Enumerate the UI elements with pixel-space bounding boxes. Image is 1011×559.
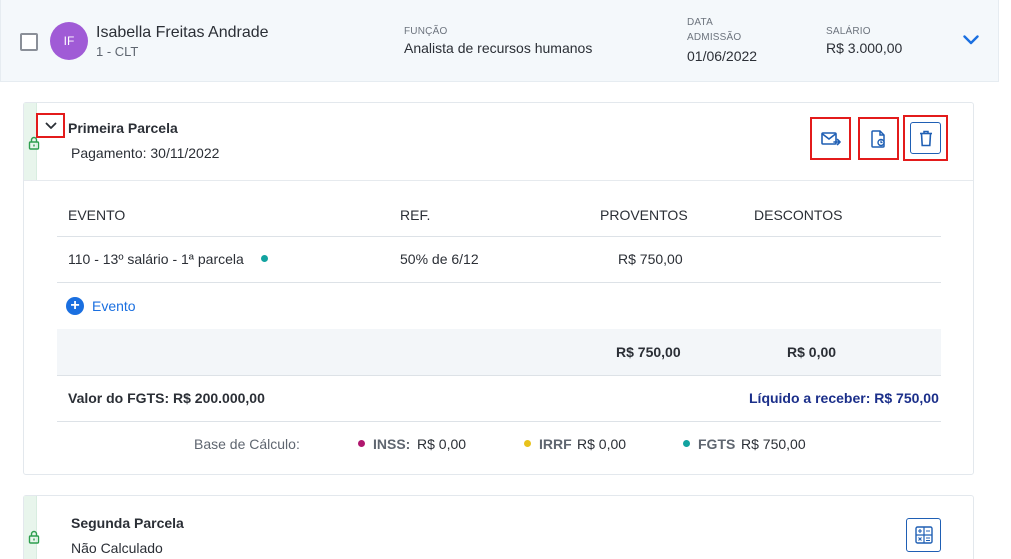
col-header-ref: REF. [400,207,431,223]
regenerate-document-button[interactable] [858,117,899,160]
salary-value: R$ 3.000,00 [826,40,903,56]
card-divider [24,180,973,181]
fgts-dot [683,440,690,447]
calculator-icon [914,526,933,544]
employee-contract: 1 - CLT [96,44,139,59]
row-divider [57,282,941,283]
admission-label-line2: ADMISSÃO [687,32,742,43]
parcel-card-segunda: Segunda Parcela Não Calculado [23,495,974,559]
inss-label: INSS: [373,436,411,452]
delete-button-frame [910,122,941,154]
col-header-proventos: PROVENTOS [600,207,688,223]
parcel-card-primeira: Primeira Parcela Pagamento: 30/11/2022 E… [23,102,974,475]
employee-name: Isabella Freitas Andrade [96,24,269,41]
net-pay-value: Líquido a receber: R$ 750,00 [749,390,939,406]
irrf-value: R$ 0,00 [577,436,627,452]
total-proventos: R$ 750,00 [616,344,681,360]
fgts-base-value: R$ 750,00 [741,436,806,452]
chevron-down-icon [963,35,979,45]
lock-icon [28,136,40,150]
fgts-label: FGTS [698,436,736,452]
avatar: IF [50,22,88,60]
employee-header-row[interactable]: IF Isabella Freitas Andrade 1 - CLT FUNÇ… [0,0,999,82]
cell-evento: 110 - 13º salário - 1ª parcela [68,251,244,267]
salary-label: SALÁRIO [826,26,871,37]
fgts-value: Valor do FGTS: R$ 200.000,00 [68,390,265,406]
delete-parcel-button[interactable] [903,115,948,161]
avatar-initials: IF [63,34,75,48]
status-strip [24,496,37,559]
mail-send-icon [820,131,841,145]
table-header-divider [57,236,941,237]
chevron-down-icon [45,122,56,129]
cell-ref: 50% de 6/12 [400,251,479,267]
total-descontos: R$ 0,00 [787,344,837,360]
col-header-descontos: DESCONTOS [754,207,843,223]
parcel-title: Primeira Parcela [68,120,178,136]
add-event-label: Evento [92,298,136,314]
add-event-button[interactable]: + Evento [66,297,136,315]
document-refresh-icon [870,129,885,148]
lock-icon [28,530,40,544]
parcel-status: Não Calculado [71,540,163,556]
role-label: FUNÇÃO [404,26,448,37]
plus-circle-icon: + [66,297,84,315]
cell-proventos: R$ 750,00 [618,251,683,267]
inss-value: R$ 0,00 [417,436,467,452]
employee-select-checkbox[interactable] [20,33,38,51]
summary-divider [57,421,941,422]
inss-dot [358,440,365,447]
admission-label-line1: DATA [687,17,713,28]
send-email-button[interactable] [810,117,851,160]
trash-icon [919,130,932,146]
collapse-parcel-button[interactable] [36,113,65,138]
col-header-evento: EVENTO [68,207,126,223]
role-value: Analista de recursos humanos [404,40,593,56]
irrf-label: IRRF [539,436,572,452]
payment-date: Pagamento: 30/11/2022 [71,145,220,161]
event-status-dot [261,255,268,262]
totals-divider [57,375,941,376]
irrf-dot [524,440,531,447]
base-calc-label: Base de Cálculo: [194,436,300,452]
parcel-title: Segunda Parcela [71,515,184,531]
expand-row-button[interactable] [961,31,981,49]
admission-value: 01/06/2022 [687,48,758,64]
calculate-button[interactable] [906,518,941,552]
